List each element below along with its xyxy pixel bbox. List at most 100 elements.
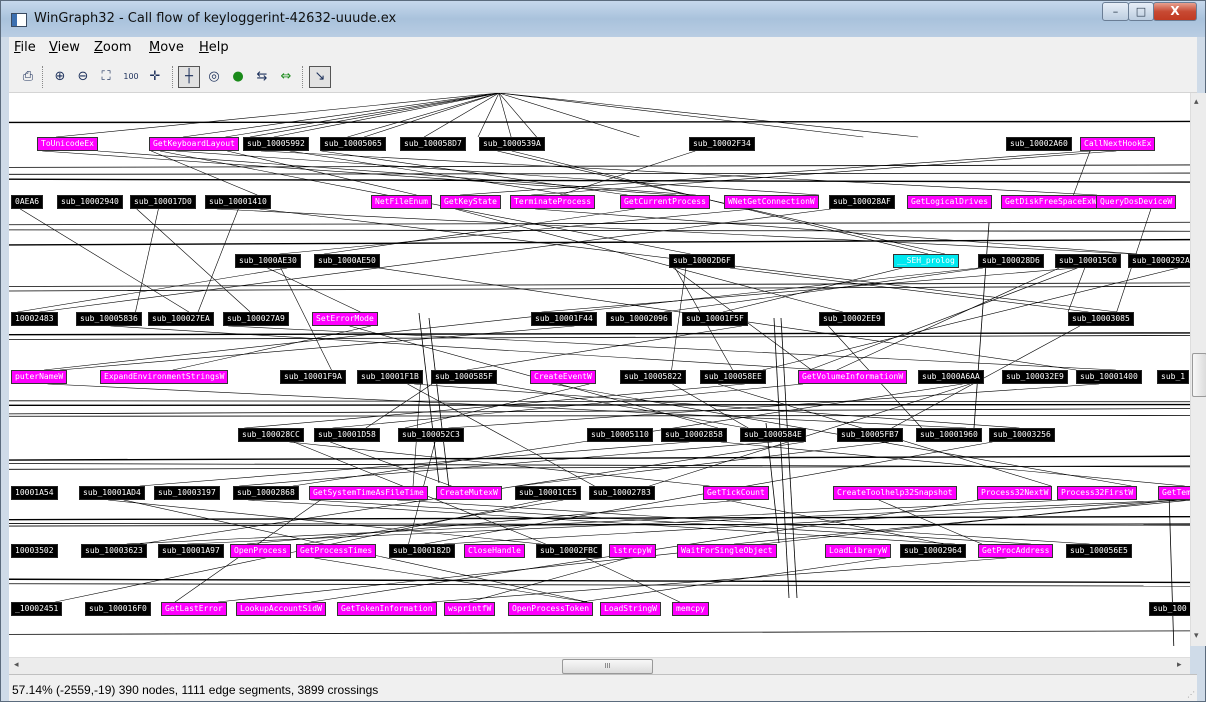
api-node[interactable]: memcpy xyxy=(672,602,709,616)
zoom-out-icon[interactable]: ⊖ xyxy=(74,68,92,86)
resize-grip[interactable]: ⋰ xyxy=(1187,690,1195,699)
green-arrows-icon[interactable]: ⇔ xyxy=(277,68,295,86)
sub-node[interactable]: sub_1000292A xyxy=(1128,254,1190,268)
sub-node[interactable]: sub_100028CC xyxy=(238,428,304,442)
api-node[interactable]: puterNameW xyxy=(11,370,68,384)
api-node[interactable]: lstrcpyW xyxy=(609,544,656,558)
printer-icon[interactable]: ⎙ xyxy=(19,68,37,86)
sub-node[interactable]: 10001A54 xyxy=(11,486,58,500)
sub-node[interactable]: sub_100016F0 xyxy=(85,602,151,616)
api-node[interactable]: CreateEventW xyxy=(530,370,596,384)
api-node[interactable]: Process32NextW xyxy=(977,486,1053,500)
maximize-button[interactable]: □ xyxy=(1128,2,1154,21)
sub-node[interactable]: sub_10001A97 xyxy=(158,544,224,558)
sub-node[interactable]: sub_10002868 xyxy=(233,486,299,500)
vertical-scrollbar[interactable]: ▴ ▾ xyxy=(1190,93,1206,646)
sub-node[interactable]: sub_10001F9A xyxy=(280,370,346,384)
sub-node[interactable]: sub_10002F34 xyxy=(689,137,755,151)
sub-node[interactable]: sub_10005065 xyxy=(320,137,386,151)
sub-node[interactable]: sub_10001400 xyxy=(1076,370,1142,384)
api-node[interactable]: QueryDosDeviceW xyxy=(1096,195,1177,209)
sub-node[interactable]: 10003502 xyxy=(11,544,58,558)
api-node[interactable]: GetTem xyxy=(1158,486,1190,500)
api-node[interactable]: GetProcAddress xyxy=(978,544,1054,558)
sub-node[interactable]: sub_10002783 xyxy=(589,486,655,500)
sub-node[interactable]: sub_10001F44 xyxy=(531,312,597,326)
api-node[interactable]: GetVolumeInformationW xyxy=(798,370,908,384)
sub-node[interactable]: sub_10002D6F xyxy=(669,254,735,268)
sub-node[interactable]: sub_1000585F xyxy=(431,370,497,384)
scroll-up-arrow[interactable]: ▴ xyxy=(1194,97,1199,107)
sub-node[interactable]: sub_10003256 xyxy=(989,428,1055,442)
api-node[interactable]: Process32FirstW xyxy=(1057,486,1138,500)
sub-node[interactable]: sub_10002096 xyxy=(606,312,672,326)
api-node[interactable]: LoadStringW xyxy=(600,602,661,616)
api-node[interactable]: GetCurrentProcess xyxy=(620,195,710,209)
sub-node[interactable]: sub_10001960 xyxy=(916,428,982,442)
sub-node[interactable]: sub_10001F1B xyxy=(357,370,423,384)
zoom-in-icon[interactable]: ⊕ xyxy=(51,68,69,86)
api-node[interactable]: OpenProcess xyxy=(230,544,291,558)
sub-node[interactable]: sub_10001410 xyxy=(205,195,271,209)
api-node[interactable]: GetTickCount xyxy=(703,486,769,500)
sub-node[interactable]: sub_100056E5 xyxy=(1066,544,1132,558)
sub-node[interactable]: sub_1000AE30 xyxy=(235,254,301,268)
menu-zoom[interactable]: Zoom xyxy=(94,40,131,55)
sub-node[interactable]: sub_100028D6 xyxy=(978,254,1044,268)
api-node[interactable]: GetProcessTimes xyxy=(296,544,377,558)
sub-node[interactable]: sub_1000584E xyxy=(740,428,806,442)
sub-node[interactable]: sub_10005992 xyxy=(243,137,309,151)
api-node[interactable]: SetErrorMode xyxy=(312,312,378,326)
sub-node[interactable]: sub_10001D58 xyxy=(314,428,380,442)
scroll-left-arrow[interactable]: ◂ xyxy=(14,660,19,670)
sub-node[interactable]: sub_10003085 xyxy=(1068,312,1134,326)
api-node[interactable]: wsprintfW xyxy=(444,602,496,616)
menu-file[interactable]: File xyxy=(14,40,36,55)
green-circle-icon[interactable]: ● xyxy=(229,68,247,86)
menu-move[interactable]: Move xyxy=(149,40,184,55)
sub-node[interactable]: sub_10002FBC xyxy=(536,544,602,558)
scroll-right-arrow[interactable]: ▸ xyxy=(1177,660,1182,670)
circle-icon[interactable]: ◎ xyxy=(205,68,223,86)
sub-node[interactable]: sub_100017D0 xyxy=(130,195,196,209)
sub-node[interactable]: _10002451 xyxy=(11,602,63,616)
sub-node[interactable]: sub_10002964 xyxy=(900,544,966,558)
sub-node[interactable]: sub_10003623 xyxy=(81,544,147,558)
seh-node[interactable]: __SEH_prolog xyxy=(893,254,959,268)
sub-node[interactable]: sub_10005836 xyxy=(76,312,142,326)
sub-node[interactable]: 0AEA6 xyxy=(11,195,44,209)
sub-node[interactable]: sub_10005FB7 xyxy=(837,428,903,442)
minimize-button[interactable]: – xyxy=(1102,2,1129,21)
api-node[interactable]: GetKeyboardLayout xyxy=(149,137,239,151)
api-node[interactable]: NetFileEnum xyxy=(371,195,432,209)
close-button[interactable]: X xyxy=(1153,2,1197,21)
sub-node[interactable]: sub_1000182D xyxy=(389,544,455,558)
sub-node[interactable]: sub_100052C3 xyxy=(398,428,464,442)
api-node[interactable]: CloseHandle xyxy=(464,544,525,558)
edge-follow-icon[interactable]: ↘ xyxy=(309,66,331,88)
sub-node[interactable]: sub_100027A9 xyxy=(223,312,289,326)
sub-node[interactable]: sub_100032E9 xyxy=(1002,370,1068,384)
fold-icon[interactable]: ⇆ xyxy=(253,68,271,86)
graph-canvas[interactable]: ToUnicodeEx GetKeyboardLayout sub_10005992… xyxy=(9,93,1190,646)
api-node[interactable]: WaitForSingleObject xyxy=(677,544,777,558)
sub-node[interactable]: sub_10003197 xyxy=(154,486,220,500)
sub-node[interactable]: sub_10001AD4 xyxy=(79,486,145,500)
api-node[interactable]: GetLastError xyxy=(161,602,227,616)
sub-node[interactable]: sub_100027EA xyxy=(148,312,214,326)
api-node[interactable]: CallNextHookEx xyxy=(1080,137,1156,151)
sub-node[interactable]: sub_100015C0 xyxy=(1055,254,1121,268)
api-node[interactable]: ToUnicodeEx xyxy=(37,137,98,151)
api-node[interactable]: CreateMutexW xyxy=(436,486,502,500)
sub-node[interactable]: sub_10002A60 xyxy=(1006,137,1072,151)
north-icon[interactable]: ┼ xyxy=(178,66,200,88)
sub-node[interactable]: sub_100058EE xyxy=(700,370,766,384)
horizontal-scrollbar[interactable]: ◂ III ▸ xyxy=(9,657,1190,674)
sub-node[interactable]: sub_10001CE5 xyxy=(515,486,581,500)
menu-view[interactable]: View xyxy=(49,40,80,55)
api-node[interactable]: GetSystemTimeAsFileTime xyxy=(309,486,428,500)
zoom-100-icon[interactable]: 100 xyxy=(122,68,140,86)
sub-node[interactable]: sub_100028AF xyxy=(829,195,895,209)
sub-node[interactable]: sub_10005822 xyxy=(620,370,686,384)
sub-node[interactable]: sub_10001F5F xyxy=(682,312,748,326)
